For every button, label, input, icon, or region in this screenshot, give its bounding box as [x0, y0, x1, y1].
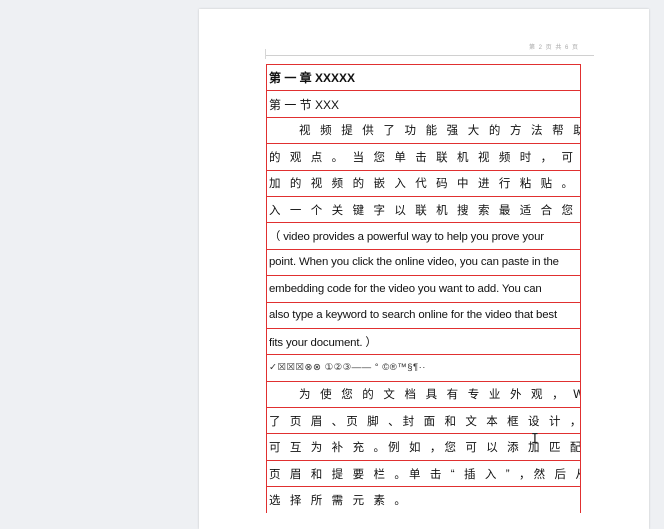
text-line[interactable]: 的 观 点 。 当 您 单 击 联 机 视 频 时 ， 可 以 在 想 要 添: [267, 143, 580, 169]
text-line[interactable]: 了 页 眉 、页 脚 、封 面 和 文 本 框 设 计 ，这 些 设 计: [267, 407, 580, 433]
header-rule: [266, 55, 594, 56]
margin-corner-mark: [265, 49, 266, 59]
text-line[interactable]: 视 频 提 供 了 功 能 强 大 的 方 法 帮 助 您 证 明 您: [267, 116, 580, 143]
text-line[interactable]: 选 择 所 需 元 素 。: [267, 486, 580, 512]
text-line[interactable]: （ video provides a powerful way to help …: [267, 222, 580, 248]
text-line[interactable]: 页 眉 和 提 要 栏 。单 击 “ 插 入 ” ，然 后 从 不 同 库 中: [267, 459, 580, 486]
text-line[interactable]: point. When you click the online video, …: [267, 248, 580, 275]
text-line[interactable]: 为 使 您 的 文 档 具 有 专 业 外 观 ， Word 提 供: [267, 380, 580, 407]
document-page[interactable]: 第 2 页 共 6 页 第 一 章 XXXXX 第 一 节 XXX 视 频 提 …: [199, 9, 649, 529]
text-line[interactable]: fits your document. ）: [267, 327, 580, 354]
text-line[interactable]: 加 的 视 频 的 嵌 入 代 码 中 进 行 粘 贴 。 您 也 可 以 键: [267, 169, 580, 196]
text-line[interactable]: embedding code for the video you want to…: [267, 275, 580, 301]
symbol-line[interactable]: ✓☒☒☒⊗⊗ ①②③—— ° ©®™§¶··: [267, 354, 580, 380]
section-heading[interactable]: 第 一 节 XXX: [267, 90, 580, 116]
chapter-heading[interactable]: 第 一 章 XXXXX: [267, 64, 580, 90]
page-header-text: 第 2 页 共 6 页: [528, 45, 579, 51]
text-cursor-icon: I: [531, 432, 539, 447]
text-line[interactable]: also type a keyword to search online for…: [267, 301, 580, 328]
text-line[interactable]: 入 一 个 关 键 字 以 联 机 搜 索 最 适 合 您 的 文 档 的 。: [267, 195, 580, 222]
